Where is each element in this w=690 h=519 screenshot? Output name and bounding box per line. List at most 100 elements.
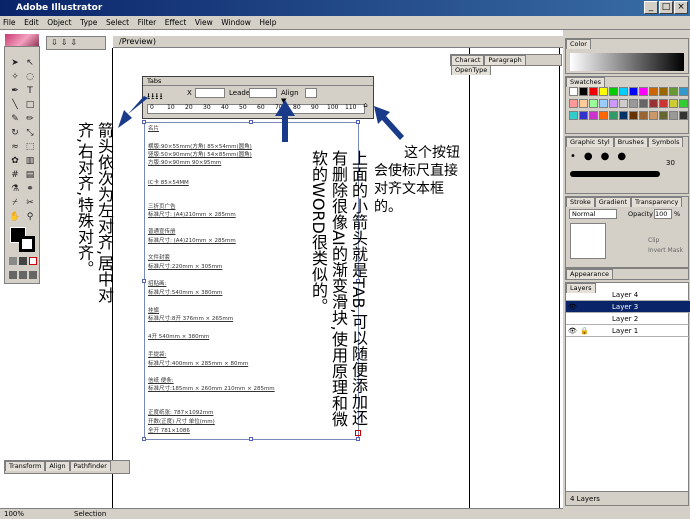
snap-to-frame-button[interactable]: ⌂ (361, 101, 370, 111)
swatch[interactable] (589, 99, 598, 108)
eye-icon[interactable]: 👁 (568, 303, 577, 311)
tab-ruler[interactable]: 0 10 20 30 40 50 60 70 80 90 100 110 (147, 104, 365, 114)
blend-tool-icon[interactable]: ⚭ (23, 183, 37, 195)
pen-tool-icon[interactable]: ✒ (8, 85, 22, 97)
eye-icon[interactable]: 👁 (568, 327, 577, 335)
swatch[interactable] (569, 87, 578, 96)
mesh-tool-icon[interactable]: # (8, 169, 22, 181)
swatch[interactable] (579, 99, 588, 108)
paintbrush-tool-icon[interactable]: ✎ (8, 113, 22, 125)
tab-stop-control[interactable]: ⇩⇩⇩ (46, 36, 106, 50)
blend-mode-select[interactable]: Normal (569, 209, 617, 219)
align-on-field[interactable] (305, 88, 317, 98)
rotate-tool-icon[interactable]: ↻ (8, 127, 22, 139)
tab-swatches[interactable]: Swatches (566, 77, 606, 87)
none-mode-icon[interactable] (29, 257, 37, 265)
swatch[interactable] (579, 111, 588, 120)
menu-file[interactable]: File (0, 18, 19, 27)
swatch[interactable] (609, 99, 618, 108)
line-tool-icon[interactable]: ╲ (8, 99, 22, 111)
color-spectrum[interactable] (570, 53, 684, 71)
swatch[interactable] (659, 111, 668, 120)
maximize-button[interactable]: □ (659, 1, 673, 14)
menu-edit[interactable]: Edit (21, 18, 42, 27)
swatch[interactable] (659, 87, 668, 96)
stroke-color-swatch[interactable] (19, 236, 35, 252)
screen-mode-full-icon[interactable] (19, 271, 27, 279)
frame-handle[interactable] (142, 279, 146, 283)
eyedropper-tool-icon[interactable]: ⚗ (8, 183, 22, 195)
swatch[interactable] (649, 99, 658, 108)
color-mode-icon[interactable] (9, 257, 17, 265)
tab-gradient[interactable]: Gradient (594, 197, 632, 207)
tab-graphic-styles[interactable]: Graphic Styl (566, 137, 614, 147)
menu-select[interactable]: Select (103, 18, 132, 27)
tab-transform[interactable]: Transform (5, 461, 46, 471)
graph-tool-icon[interactable]: ▥ (23, 155, 37, 167)
swatch[interactable] (669, 87, 678, 96)
tab-character[interactable]: Charact (451, 55, 485, 65)
swatch[interactable] (639, 99, 648, 108)
tab-stroke[interactable]: Stroke (566, 197, 595, 207)
swatch[interactable] (619, 99, 628, 108)
swatch[interactable] (619, 111, 628, 120)
screen-mode-full-icon[interactable] (29, 271, 37, 279)
hand-tool-icon[interactable]: ✋ (8, 211, 22, 223)
screen-mode-icon[interactable] (9, 271, 17, 279)
swatch-grid[interactable] (569, 87, 688, 123)
swatch[interactable] (629, 99, 638, 108)
zoom-tool-icon[interactable]: ⚲ (23, 211, 37, 223)
type-tool-icon[interactable]: T (23, 85, 37, 97)
opacity-input[interactable]: 100 (654, 209, 672, 219)
frame-handle[interactable] (142, 437, 146, 441)
warp-tool-icon[interactable]: ≈ (8, 141, 22, 153)
menu-object[interactable]: Object (44, 18, 74, 27)
pencil-tool-icon[interactable]: ✏ (23, 113, 37, 125)
free-transform-tool-icon[interactable]: ⬚ (23, 141, 37, 153)
tab-paragraph[interactable]: Paragraph (484, 55, 526, 65)
tab-opentype[interactable]: OpenType (451, 65, 492, 75)
invert-mask-checkbox[interactable]: Invert Mask (648, 247, 683, 254)
swatch[interactable] (679, 99, 688, 108)
swatch[interactable] (569, 99, 578, 108)
swatch[interactable] (669, 99, 678, 108)
swatch[interactable] (639, 111, 648, 120)
brush-stroke-preview[interactable] (570, 171, 660, 177)
swatch[interactable] (619, 87, 628, 96)
tab-brushes[interactable]: Brushes (613, 137, 648, 147)
swatch[interactable] (629, 87, 638, 96)
layer-row[interactable]: Layer 2 (566, 313, 690, 325)
swatch[interactable] (629, 111, 638, 120)
tab-appearance[interactable]: Appearance (566, 269, 614, 279)
menu-help[interactable]: Help (256, 18, 279, 27)
swatch[interactable] (589, 87, 598, 96)
menu-view[interactable]: View (192, 18, 216, 27)
swatch[interactable] (649, 111, 658, 120)
scale-tool-icon[interactable]: ⤡ (23, 127, 37, 139)
frame-handle[interactable] (249, 120, 253, 124)
symbol-sprayer-tool-icon[interactable]: ✿ (8, 155, 22, 167)
selection-tool-icon[interactable]: ➤ (8, 57, 22, 69)
tab-pathfinder[interactable]: Pathfinder (69, 461, 111, 471)
frame-handle[interactable] (356, 120, 360, 124)
swatch[interactable] (639, 87, 648, 96)
gradient-mode-icon[interactable] (19, 257, 27, 265)
direct-selection-tool-icon[interactable]: ↖ (23, 57, 37, 69)
swatch[interactable] (579, 87, 588, 96)
gradient-tool-icon[interactable]: ▤ (23, 169, 37, 181)
swatch[interactable] (669, 111, 678, 120)
swatch[interactable] (679, 87, 688, 96)
layer-row[interactable]: Layer 4 (566, 289, 690, 301)
menu-window[interactable]: Window (218, 18, 254, 27)
minimize-button[interactable]: _ (644, 1, 658, 14)
swatch[interactable] (609, 87, 618, 96)
menu-filter[interactable]: Filter (135, 18, 160, 27)
frame-handle[interactable] (249, 437, 253, 441)
swatch[interactable] (679, 111, 688, 120)
menu-type[interactable]: Type (77, 18, 100, 27)
menu-effect[interactable]: Effect (162, 18, 190, 27)
close-button[interactable]: × (674, 1, 688, 14)
swatch[interactable] (599, 111, 608, 120)
rectangle-tool-icon[interactable]: □ (23, 99, 37, 111)
swatch[interactable] (589, 111, 598, 120)
